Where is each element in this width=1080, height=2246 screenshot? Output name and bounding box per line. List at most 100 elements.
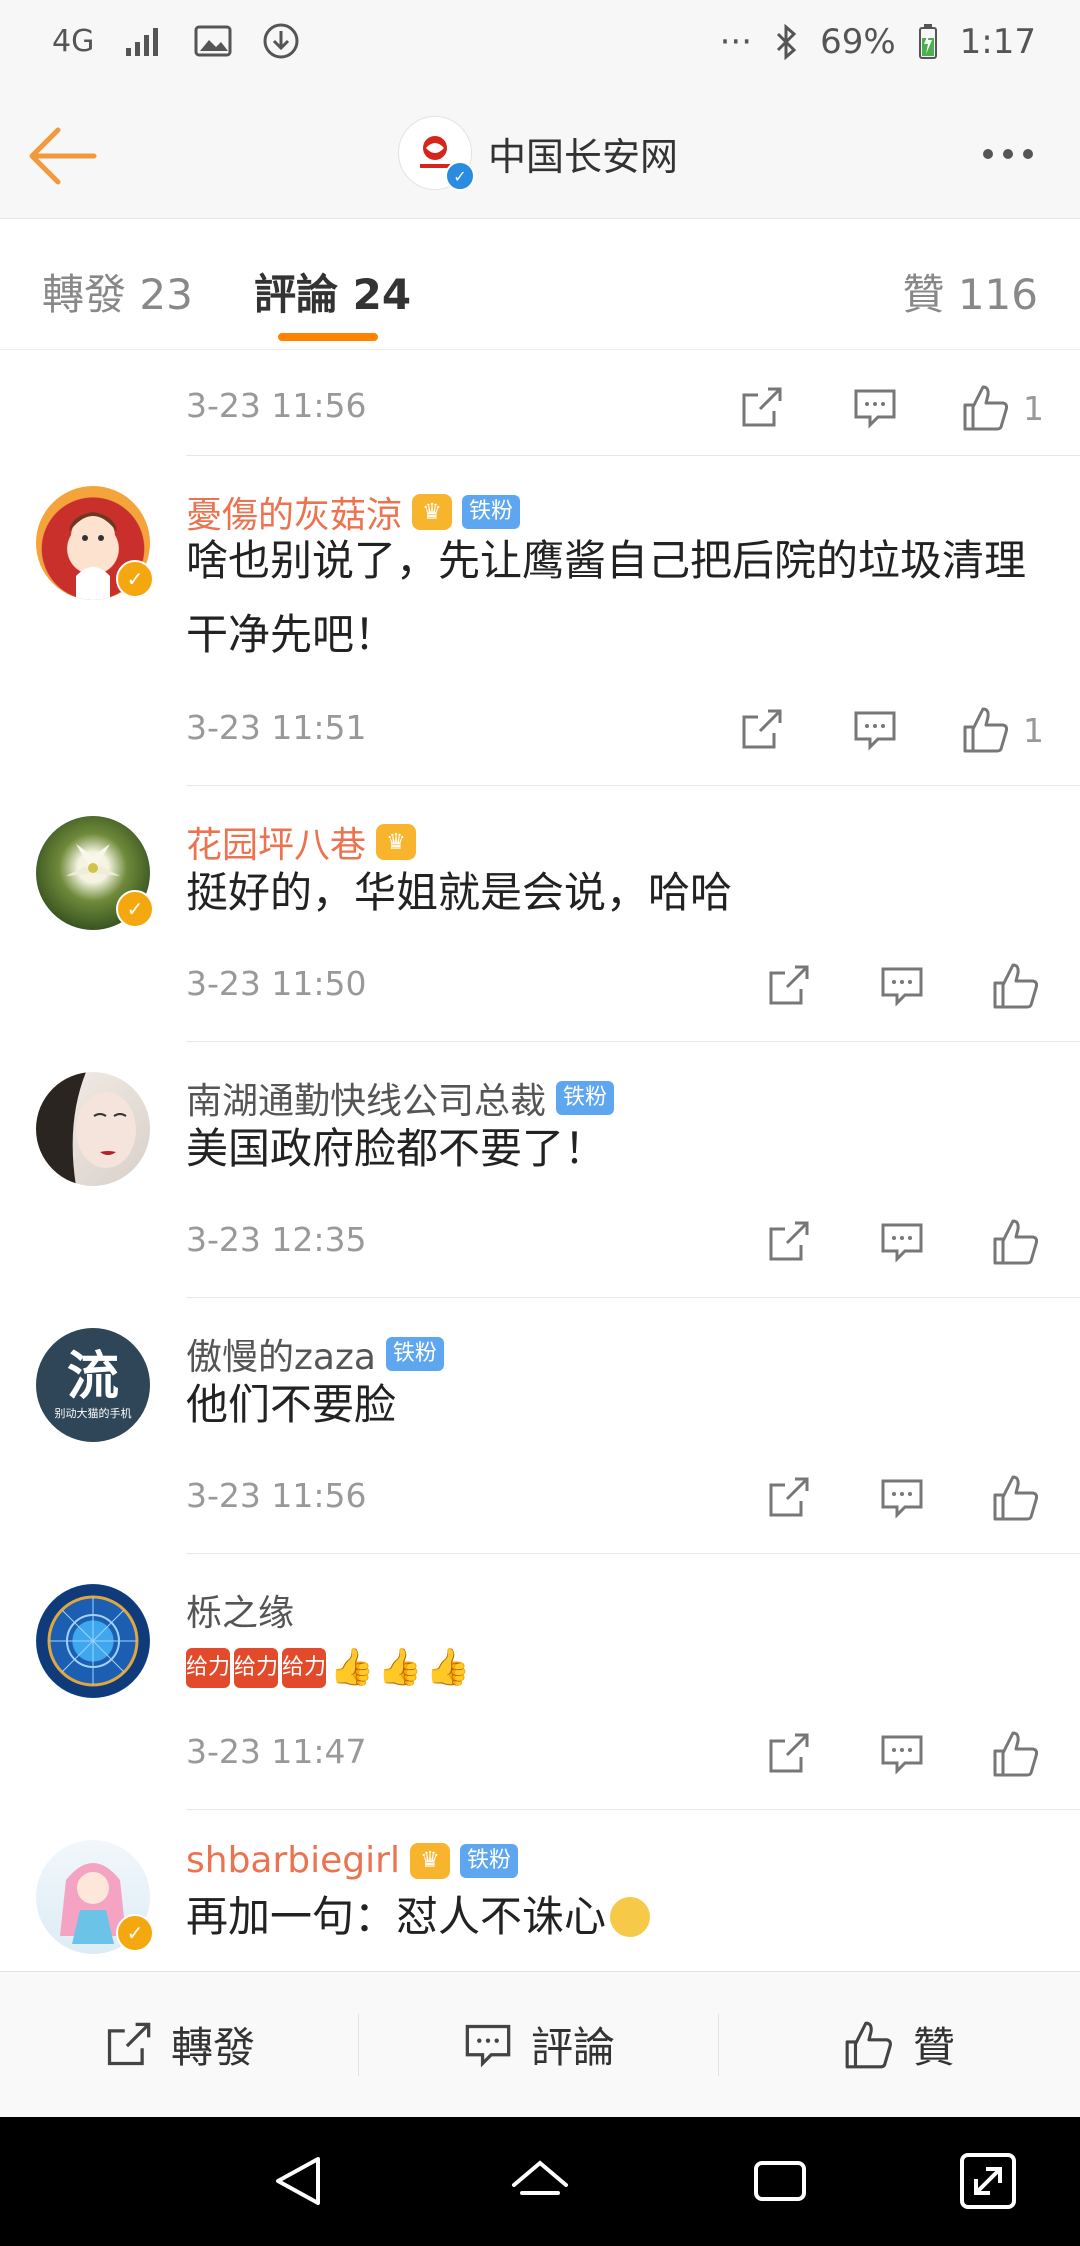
comment-item: ✓ 花园坪八巷 ♛ 挺好的，华姐就是会说，哈哈 3-23 11:50	[0, 786, 1080, 1042]
share-icon	[769, 1221, 809, 1261]
comment-icon	[881, 967, 923, 1007]
more-dots-icon	[983, 149, 993, 159]
verified-icon: ✓	[116, 890, 154, 928]
arrow-left-icon	[29, 127, 97, 185]
comment-icon	[881, 1735, 923, 1775]
reply-button[interactable]	[874, 1726, 930, 1782]
comment-text: 啥也别说了，先让鹰酱自己把后院的垃圾清理干净先吧！	[186, 536, 1027, 659]
comment-username[interactable]: 栎之缘	[186, 1584, 294, 1636]
share-icon	[769, 1733, 809, 1773]
reply-button[interactable]	[847, 702, 903, 758]
comment-icon	[854, 389, 896, 429]
like-button[interactable]	[988, 1726, 1044, 1782]
battery-icon	[918, 24, 937, 59]
fan-badge: 铁粉	[459, 1843, 518, 1878]
repost-button[interactable]	[760, 958, 816, 1014]
like-button[interactable]	[988, 1214, 1044, 1270]
like-button[interactable]: 1	[961, 705, 1044, 755]
avatar-subtext: 别动大猫的手机	[54, 1407, 132, 1420]
more-dot	[1023, 149, 1033, 159]
comment-time: 3-23 11:56	[186, 1476, 367, 1515]
nav-home-button[interactable]	[508, 2149, 572, 2213]
comment-item: 南湖通勤快线公司总裁 铁粉 美国政府脸都不要了！ 3-23 12:35	[0, 1042, 1080, 1298]
back-button[interactable]	[24, 116, 104, 196]
nav-expand-button[interactable]	[956, 2149, 1020, 2213]
comment-action-button[interactable]: 評論	[360, 1972, 718, 2117]
comment-username[interactable]: shbarbiegirl ♛ 铁粉	[186, 1840, 518, 1881]
comment-item: 栎之缘 给力 给力 给力 👍 👍 👍 3-23 11:47	[0, 1554, 1080, 1810]
thumbs-up-icon	[993, 963, 1039, 1009]
avatar[interactable]: ✓	[36, 486, 154, 600]
comment-text-row: 再加一句：怼人不诛心	[186, 1880, 1044, 1954]
like-count: 1	[1023, 710, 1044, 750]
repost-action-button[interactable]: 轉發	[0, 1972, 358, 2117]
system-nav-bar	[0, 2117, 1080, 2246]
nav-back-icon	[276, 2157, 320, 2205]
comment-time: 3-23 11:56	[186, 386, 367, 425]
repost-button[interactable]	[733, 702, 789, 758]
network-indicator: 4G	[52, 23, 95, 59]
comment-emoji-row: 给力 给力 给力 👍 👍 👍	[186, 1640, 1044, 1696]
thumbs-up-emoji-icon: 👍	[377, 1647, 423, 1688]
comment-text: 挺好的，华姐就是会说，哈哈	[186, 868, 733, 917]
thumbs-up-icon	[993, 1219, 1039, 1265]
more-dot	[1003, 149, 1013, 159]
comment-time: 3-23 11:47	[186, 1732, 367, 1771]
avatar[interactable]: 流 别动大猫的手机	[36, 1328, 150, 1442]
comment-time: 3-23 12:35	[186, 1220, 367, 1259]
share-icon	[742, 387, 782, 427]
like-button[interactable]	[988, 958, 1044, 1014]
status-bar: 4G ··· 69% 1:17	[0, 0, 1080, 90]
crown-icon: ♛	[376, 824, 417, 860]
comment-item: 流 别动大猫的手机 傲慢的zaza 铁粉 他们不要脸 3-23 11:56	[0, 1298, 1080, 1554]
status-more: ···	[719, 22, 753, 62]
verified-icon: ✓	[116, 1914, 154, 1952]
reply-button[interactable]	[847, 380, 903, 436]
verified-icon: ✓	[445, 161, 475, 191]
shush-emoji-icon	[610, 1897, 651, 1937]
comment-text: 他们不要脸	[186, 1380, 397, 1429]
repost-button[interactable]	[760, 1470, 816, 1526]
avatar[interactable]	[36, 1072, 150, 1186]
share-icon	[769, 965, 809, 1005]
comment-item: ✓ 憂傷的灰菇涼 ♛ 铁粉 啥也别说了，先让鹰酱自己把后院的垃圾清理干净先吧！ …	[0, 456, 1080, 786]
nav-back-button[interactable]	[268, 2149, 332, 2213]
tab-bar: 轉發 23 評論 24 贊 116	[0, 219, 1080, 350]
repost-button[interactable]	[760, 1214, 816, 1270]
avatar[interactable]: ✓	[36, 816, 154, 930]
nav-recents-button[interactable]	[748, 2149, 812, 2213]
avatar-face-icon	[36, 1072, 136, 1186]
avatar[interactable]	[36, 1584, 150, 1698]
nav-recents-icon	[754, 2161, 806, 2201]
tab-likes[interactable]: 贊 116	[902, 261, 1038, 322]
download-icon	[263, 23, 299, 59]
comment-icon	[854, 711, 896, 751]
more-button[interactable]	[968, 134, 1048, 174]
separator	[358, 2014, 359, 2076]
repost-button[interactable]	[733, 380, 789, 436]
geili-emoji-icon: 给力	[282, 1648, 326, 1688]
account-avatar[interactable]: ✓	[398, 116, 475, 191]
like-action-button[interactable]: 贊	[720, 1972, 1078, 2117]
reply-button[interactable]	[874, 1214, 930, 1270]
repost-button[interactable]	[760, 1726, 816, 1782]
thumbs-up-icon	[993, 1731, 1039, 1777]
comment-list[interactable]: 3-23 11:56 1 ✓ 憂傷的灰菇涼 ♛ 铁粉 啥也别说了，先让鹰酱自己把…	[0, 350, 1080, 1970]
thumbs-up-icon	[963, 707, 1009, 753]
comment-text: 再加一句：怼人不诛心	[186, 1892, 607, 1941]
reply-button[interactable]	[874, 1470, 930, 1526]
comment-icon	[881, 1223, 923, 1263]
tab-comments[interactable]: 評論 24	[254, 261, 411, 322]
avatar-text: 流	[66, 1347, 119, 1407]
battery-percent: 69%	[820, 22, 896, 62]
avatar[interactable]: ✓	[36, 1840, 154, 1954]
like-button[interactable]: 1	[961, 383, 1044, 433]
geili-emoji-icon: 给力	[186, 1648, 230, 1688]
thumbs-up-icon	[963, 385, 1009, 431]
like-button[interactable]	[988, 1470, 1044, 1526]
tab-repost[interactable]: 轉發 23	[42, 261, 193, 322]
reply-button[interactable]	[874, 958, 930, 1014]
zodiac-wheel-icon	[47, 1595, 139, 1687]
thumbs-up-emoji-icon: 👍	[425, 1647, 471, 1688]
image-icon	[194, 25, 232, 57]
